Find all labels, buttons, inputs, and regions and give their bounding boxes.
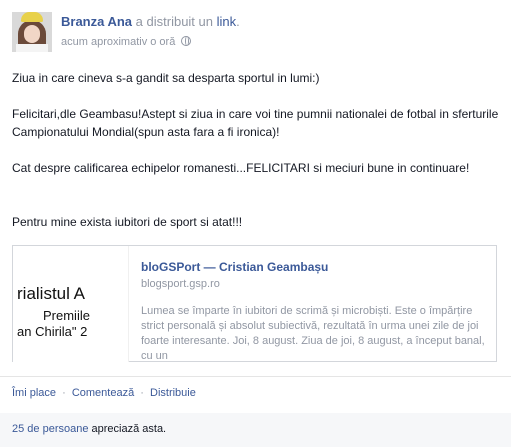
story-period: . xyxy=(236,14,240,29)
attachment-thumbnail[interactable]: rialistul A Premiile an Chirila" 2 xyxy=(13,246,129,362)
thumbnail-text-line: Premiile xyxy=(43,308,90,323)
globe-icon[interactable] xyxy=(181,36,192,46)
feed-story: Branza Ana a distribuit un link. acum ap… xyxy=(0,0,511,447)
story-header: Branza Ana a distribuit un link. xyxy=(61,14,240,29)
action-separator: · xyxy=(62,387,66,399)
message-paragraph-4: Pentru mine exista iubitori de sport si … xyxy=(12,215,243,229)
comment-button[interactable]: Comentează xyxy=(72,387,134,399)
story-timestamp[interactable]: acum aproximativ o oră xyxy=(61,36,175,48)
message-paragraph-2: Felicitari,dle Geambasu!Astept si ziua i… xyxy=(12,107,499,139)
author-avatar[interactable] xyxy=(12,12,52,52)
shared-link-word[interactable]: link xyxy=(217,14,237,29)
avatar-hat xyxy=(21,12,43,22)
link-attachment[interactable]: rialistul A Premiile an Chirila" 2 bloGS… xyxy=(12,245,497,362)
message-paragraph-1: Ziua in care cineva s-a gandit sa despar… xyxy=(12,71,320,85)
attachment-description: Lumea se împarte în iubitori de scrimă ș… xyxy=(141,305,485,362)
avatar-face xyxy=(24,25,40,43)
avatar-shirt xyxy=(16,44,48,52)
story-actions: Îmi place · Comentează · Distribuie xyxy=(12,387,196,399)
attachment-title[interactable]: bloGSPort — Cristian Geambașu xyxy=(141,260,328,274)
message-paragraph-3: Cat despre calificarea echipelor romanes… xyxy=(12,161,470,175)
share-button[interactable]: Distribuie xyxy=(150,387,196,399)
divider xyxy=(0,376,511,377)
thumbnail-text-line: rialistul A xyxy=(17,284,86,303)
likes-rest-text: apreciază asta. xyxy=(91,423,167,435)
likes-sentence: 25 de persoane apreciază asta. xyxy=(12,423,166,435)
story-meta: acum aproximativ o oră xyxy=(61,36,192,48)
story-action-text: a distribuit un xyxy=(135,14,213,29)
action-separator: · xyxy=(140,387,144,399)
attachment-source: blogsport.gsp.ro xyxy=(141,278,220,290)
likes-count-link[interactable]: 25 de persoane xyxy=(12,423,88,435)
thumbnail-text-line: an Chirila" 2 xyxy=(17,324,88,339)
likes-summary: 25 de persoane apreciază asta. xyxy=(0,413,511,447)
author-name[interactable]: Branza Ana xyxy=(61,14,132,29)
like-button[interactable]: Îmi place xyxy=(12,387,56,399)
